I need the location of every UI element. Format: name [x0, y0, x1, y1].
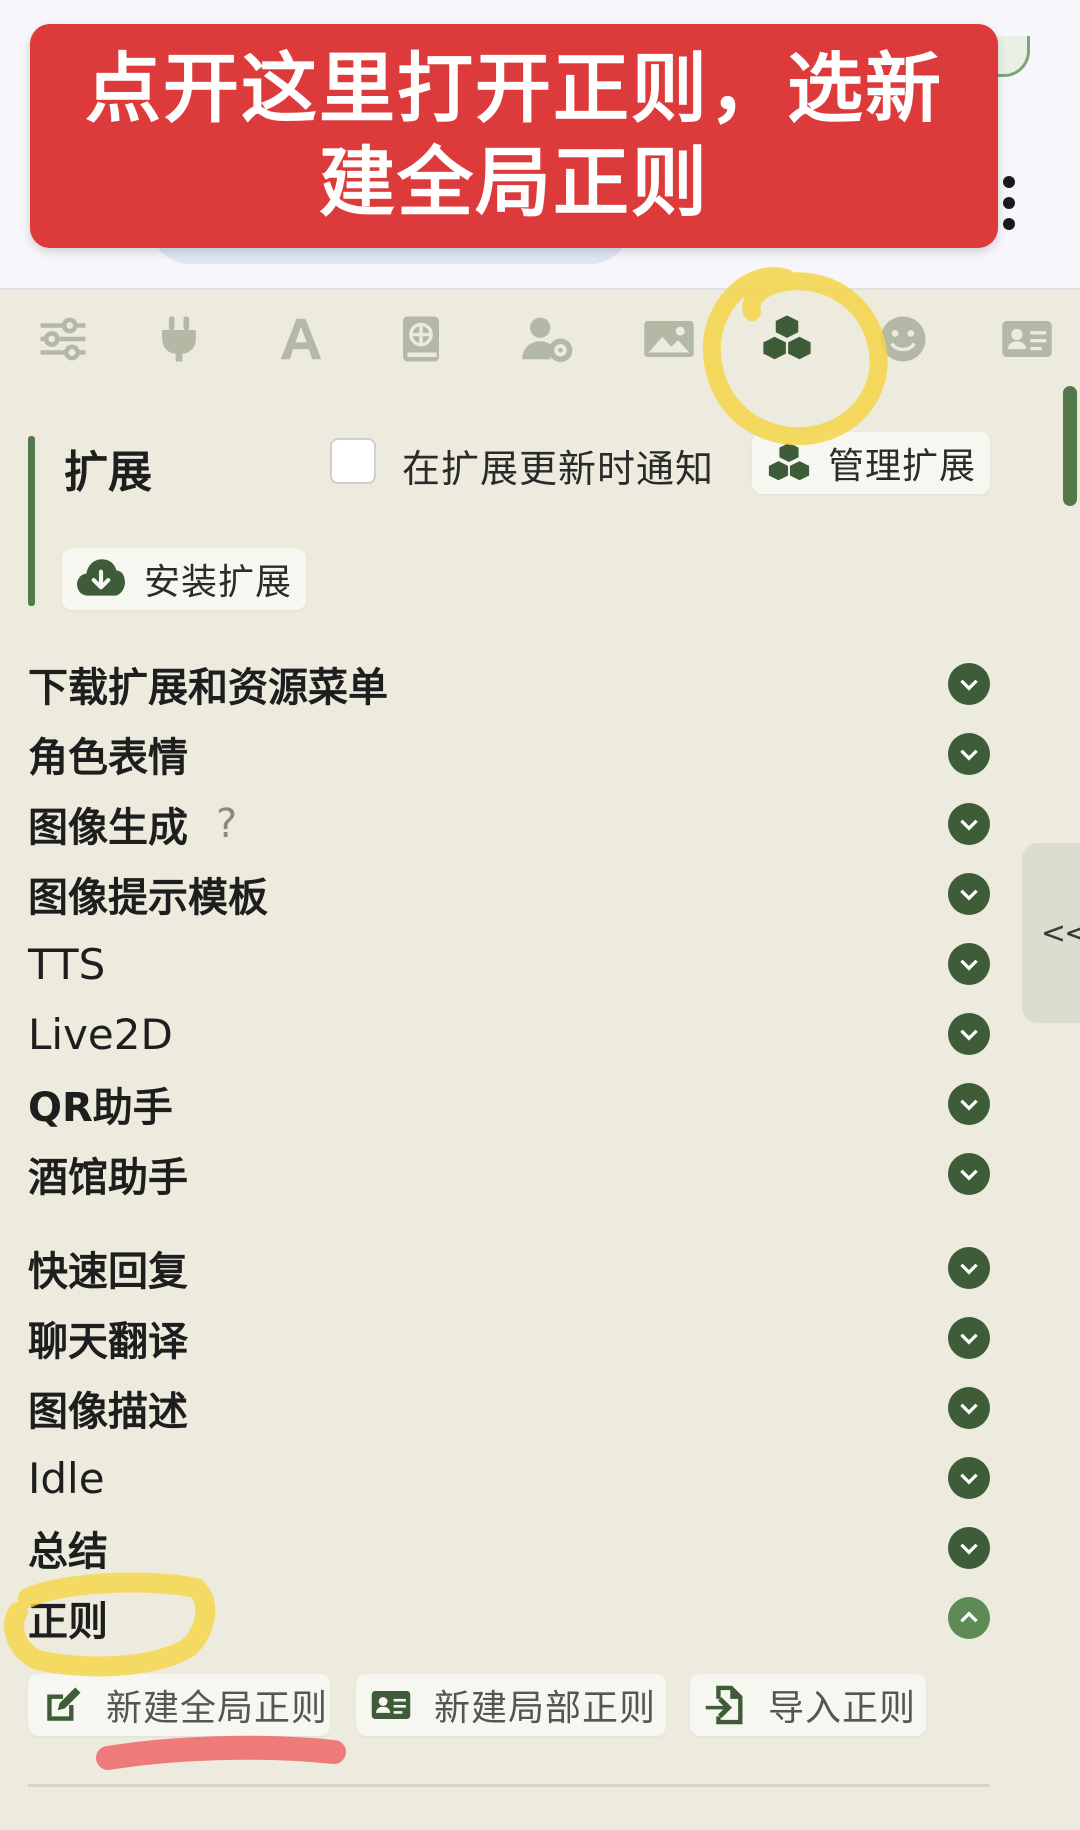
edit-icon [47, 1687, 81, 1721]
notify-update-checkbox[interactable] [330, 438, 376, 484]
list-item-label: Idle [28, 1453, 105, 1503]
smile-icon[interactable] [872, 308, 934, 370]
plug-icon[interactable] [148, 308, 210, 370]
list-item[interactable]: Idle [28, 1448, 998, 1508]
id-card-icon [371, 1691, 411, 1719]
chevron-down-icon[interactable] [948, 943, 990, 985]
image-icon[interactable] [638, 308, 700, 370]
list-item-label: 快速回复 [28, 1249, 188, 1295]
manage-extensions-label: 管理扩展 [828, 446, 977, 487]
chevron-up-icon[interactable] [948, 1597, 990, 1639]
chevron-down-icon[interactable] [948, 1387, 990, 1429]
list-item[interactable]: QR助手 [28, 1074, 998, 1134]
new-local-regex-label: 新建局部正则 [434, 1688, 657, 1729]
list-item-label: 酒馆助手 [28, 1155, 188, 1201]
list-item[interactable]: Live2D [28, 1004, 998, 1064]
banner-text: 点开这里打开正则，选新建全局正则 [85, 44, 943, 227]
scrollbar-thumb[interactable] [1063, 386, 1077, 506]
list-item-label: 下载扩展和资源菜单 [28, 665, 388, 711]
list-item[interactable]: 总结 [28, 1518, 998, 1578]
list-item[interactable]: 图像描述 [28, 1378, 998, 1438]
list-item[interactable]: 角色表情 [28, 724, 998, 784]
list-item-label: QR助手 [28, 1085, 173, 1131]
instruction-banner: 点开这里打开正则，选新建全局正则 [30, 24, 998, 248]
list-item-label: 图像描述 [28, 1389, 188, 1435]
id-card-icon[interactable] [996, 308, 1058, 370]
book-globe-icon[interactable] [390, 308, 452, 370]
chevron-down-icon[interactable] [948, 1527, 990, 1569]
underline-new-global [96, 1735, 346, 1770]
list-item[interactable]: TTS [28, 934, 998, 994]
list-item-label: 图像提示模板 [28, 875, 268, 921]
cubes-icon[interactable] [756, 308, 818, 370]
sliders-icon[interactable] [32, 308, 94, 370]
cubes-icon [768, 442, 810, 481]
list-item[interactable]: 快速回复 [28, 1238, 998, 1298]
cloud-download-icon [77, 559, 125, 596]
list-item[interactable]: 图像提示模板 [28, 864, 998, 924]
import-regex-label: 导入正则 [768, 1688, 917, 1729]
import-regex-button[interactable]: 导入正则 [690, 1674, 926, 1736]
chevron-down-icon[interactable] [948, 803, 990, 845]
list-item[interactable]: 聊天翻译 [28, 1308, 998, 1368]
install-extension-label: 安装扩展 [144, 562, 293, 603]
manage-extensions-button[interactable]: 管理扩展 [752, 432, 990, 494]
chevron-down-icon[interactable] [948, 1457, 990, 1499]
side-drawer-toggle[interactable]: << [1022, 843, 1080, 1023]
chevron-down-icon[interactable] [948, 1083, 990, 1125]
new-global-regex-label: 新建全局正则 [106, 1688, 329, 1729]
extensions-title: 扩展 [64, 447, 152, 498]
tab-bar [0, 298, 1080, 378]
list-item-label: 正则 [28, 1599, 108, 1645]
list-item[interactable]: 图像生成? [28, 794, 998, 854]
section-divider [28, 1784, 990, 1787]
chevron-down-icon[interactable] [948, 873, 990, 915]
help-icon[interactable]: ? [216, 801, 237, 847]
list-item-label: 总结 [28, 1529, 108, 1575]
chevron-down-icon[interactable] [948, 1013, 990, 1055]
chevron-down-icon[interactable] [948, 1317, 990, 1359]
side-drawer-label: << [1040, 915, 1080, 951]
section-accent-bar [28, 436, 35, 606]
list-item[interactable]: 下载扩展和资源菜单 [28, 654, 998, 714]
notify-update-label: 在扩展更新时通知 [402, 447, 715, 491]
list-item-regex[interactable]: 正则 [28, 1588, 998, 1648]
new-global-regex-button[interactable]: 新建全局正则 [28, 1674, 330, 1736]
list-item-label: 图像生成 [28, 805, 188, 851]
list-item-label: 角色表情 [28, 735, 188, 781]
list-item-label: TTS [28, 939, 106, 989]
list-item-label: 聊天翻译 [28, 1319, 188, 1365]
install-extension-button[interactable]: 安装扩展 [62, 548, 306, 610]
new-local-regex-button[interactable]: 新建局部正则 [356, 1674, 666, 1736]
chevron-down-icon[interactable] [948, 1153, 990, 1195]
chevron-down-icon[interactable] [948, 1247, 990, 1289]
list-item[interactable]: 酒馆助手 [28, 1144, 998, 1204]
more-menu-icon[interactable] [994, 176, 1024, 246]
chevron-down-icon[interactable] [948, 663, 990, 705]
file-import-icon [705, 1685, 743, 1725]
list-item-label: Live2D [28, 1009, 173, 1059]
chevron-down-icon[interactable] [948, 733, 990, 775]
user-gear-icon[interactable] [516, 308, 578, 370]
font-icon[interactable] [270, 308, 332, 370]
